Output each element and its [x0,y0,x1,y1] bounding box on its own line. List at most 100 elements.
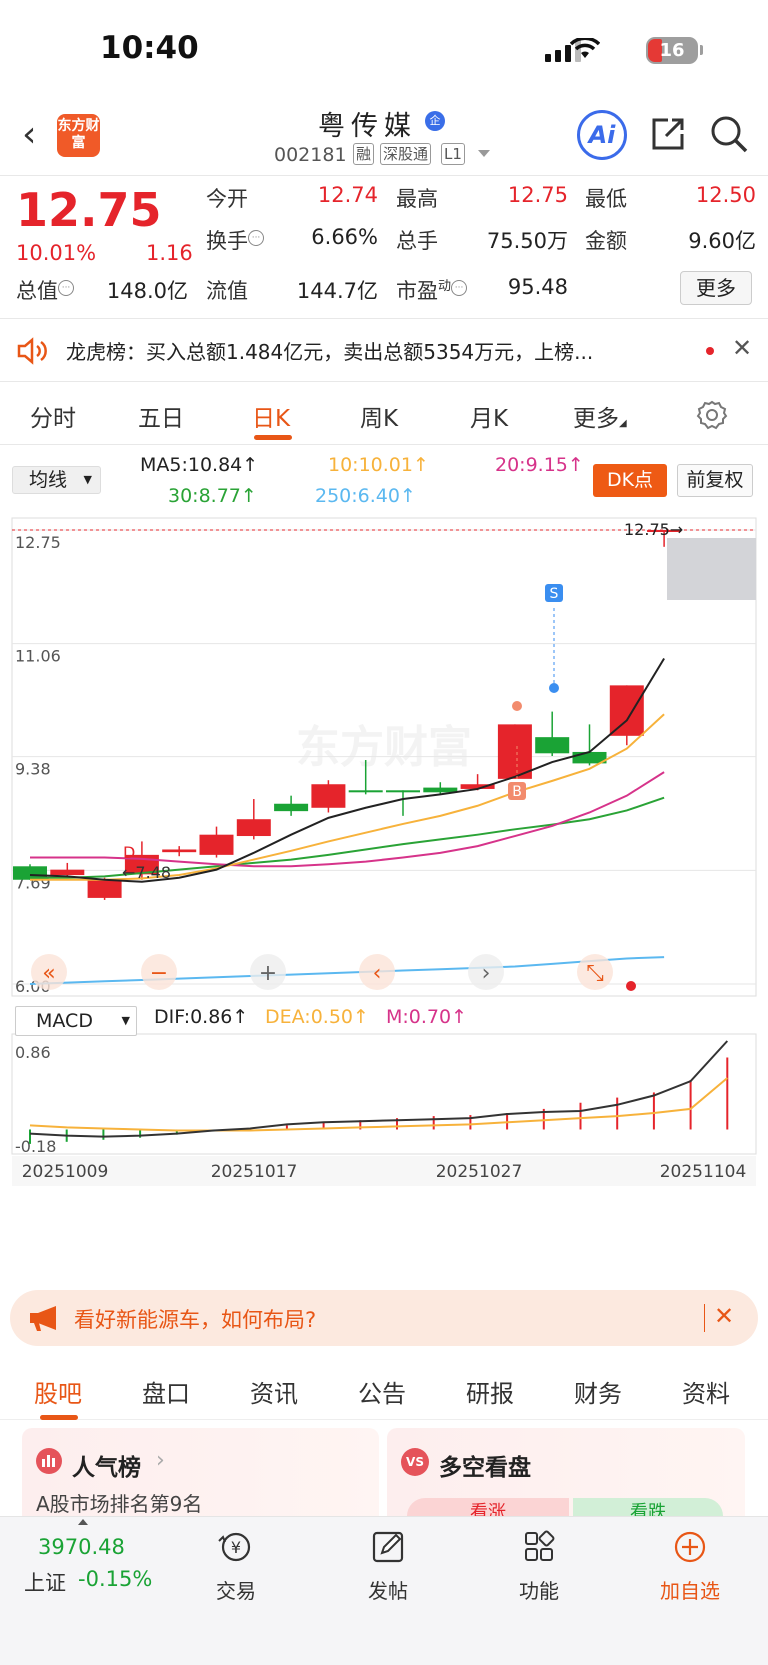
candle-body [386,790,420,793]
chart-control[interactable]: « [42,961,55,986]
post-button[interactable]: 发帖 [328,1517,448,1604]
bullbear-title: 多空看盘 [439,1455,531,1481]
bear-button[interactable]: 看跌 [573,1498,723,1517]
dk-point-button[interactable]: DK点 [593,464,667,497]
vs-icon: VS [401,1448,429,1476]
bull-button[interactable]: 看涨 [407,1498,569,1517]
battery-level: 16 [659,40,685,61]
function-button[interactable]: 功能 [479,1517,599,1604]
indicator-select[interactable]: 均线 ▼ [12,466,101,494]
add-circle-icon [674,1531,706,1563]
mktcap-label: 总值 ··· [16,275,74,305]
tab-orderbook[interactable]: 盘口 [142,1374,190,1409]
tab-research[interactable]: 研报 [466,1374,514,1409]
tab-forum[interactable]: 股吧 [34,1374,82,1409]
candle-body [236,819,271,837]
turnover-label: 换手 ··· [206,225,264,255]
chart-control[interactable]: + [259,961,277,986]
add-watchlist-label: 加自选 [660,1579,720,1603]
chart-control[interactable]: ‹ [373,961,382,986]
kline-chart[interactable]: 东方财富 12.75 11.06 9.38 7.69 6.00 ←7.48 D 12.75→ S B… [0,516,768,1186]
divider [704,1304,705,1332]
ai-button[interactable]: Ai [577,110,627,160]
tab-more[interactable]: 更多◢ [573,399,627,433]
content-tabs: 股吧 盘口 资讯 公告 研报 财务 资料 [0,1360,768,1420]
info-icon[interactable]: ··· [248,230,264,246]
index-value[interactable]: 3970.48 [38,1535,125,1559]
float-cap-label: 流值 [206,279,248,303]
period-tabs: 分时 五日 日K 周K 月K 更多◢ [0,383,768,445]
ma250-value: 250:6.40↑ [315,485,416,507]
tab-five-day[interactable]: 五日 [138,399,184,433]
volume-label: 总手 [396,229,438,253]
ma-legend: 均线 ▼ MA5:10.84↑ 10:10.01↑ 20:9.15↑ 30:8.7… [0,446,768,516]
gear-icon[interactable] [696,399,728,431]
s-marker-dot [549,683,559,693]
candle-body [162,849,197,853]
close-icon[interactable]: ✕ [732,334,752,362]
x-tick-label: 20251017 [211,1162,298,1182]
search-icon[interactable] [709,114,749,154]
candle-body [87,879,122,898]
info-icon[interactable]: ··· [58,280,74,296]
more-button[interactable]: 更多 [680,271,752,305]
dragon-tiger-banner[interactable]: 龙虎榜：买入总额1.484亿元，卖出总额5354万元，上榜... ✕ [0,320,768,382]
adjust-button[interactable]: 前复权 [677,464,753,497]
ma5-value: MA5:10.84↑ [140,454,259,476]
popularity-rank: A股市场排名第9名 [36,1492,203,1516]
bullbear-card[interactable]: VS 多空看盘 看涨 看跌 [387,1428,745,1517]
wifi-icon [570,38,600,58]
b-marker-dot [512,701,522,711]
stock-header: ‹ 东方财富 粤传媒 企 002181 融 深股通 L1 Ai [0,100,768,176]
kline-svg[interactable]: 东方财富12.7511.069.387.696.00←7.48D12.75→SB… [0,516,768,1196]
chart-control[interactable]: − [150,961,168,986]
dropdown-icon[interactable] [478,150,490,157]
trade-button[interactable]: ¥ 交易 [176,1517,296,1604]
tab-news[interactable]: 资讯 [250,1374,298,1409]
megaphone-icon [30,1306,56,1331]
macd-select[interactable]: MACD ▼ [15,1006,137,1036]
expand-icon[interactable] [78,1519,88,1525]
ma10-value: 10:10.01↑ [328,454,429,476]
last-price: 12.75 [16,183,162,237]
unread-dot [706,347,714,355]
low-label: 最低 [585,187,627,211]
tab-profile[interactable]: 资料 [682,1374,730,1409]
close-icon[interactable]: ✕ [714,1302,734,1330]
tag-connect: 深股通 [380,143,432,165]
tab-finance[interactable]: 财务 [574,1374,622,1409]
edit-icon [372,1531,404,1563]
tab-monthly-k[interactable]: 月K [470,399,508,433]
stock-name: 粤传媒 [318,111,417,142]
tab-weekly-k[interactable]: 周K [360,399,398,433]
add-watchlist-button[interactable]: 加自选 [630,1517,750,1604]
dea-value: DEA:0.50↑ [265,1006,369,1028]
rank-icon [36,1448,62,1474]
high-value: 12.75 [507,183,568,207]
s-marker: S [550,586,559,602]
chart-control[interactable]: › [482,961,491,986]
change-percent: 10.01% [16,241,97,265]
tab-announcements[interactable]: 公告 [358,1374,406,1409]
tag-margin: 融 [353,143,375,165]
share-icon[interactable] [648,114,688,154]
back-icon[interactable]: ‹ [22,114,36,155]
high-label: 最高 [396,187,438,211]
popularity-card[interactable]: 人气榜 › A股市场排名第9名 [22,1428,379,1517]
clock: 10:40 [100,30,199,66]
tab-intraday[interactable]: 分时 [30,399,76,433]
candle-body [535,737,570,754]
tag-level: L1 [441,143,465,165]
price-zone-box [667,538,756,600]
macd-y-tick: 0.86 [15,1043,51,1062]
chart-control[interactable]: ⤡ [586,961,604,986]
info-icon[interactable]: ··· [451,280,468,296]
candle-body [311,784,346,808]
hint-banner[interactable]: 看好新能源车，如何布局? ✕ [10,1290,758,1346]
tab-daily-k[interactable]: 日K [252,399,290,433]
candle-body [50,869,85,876]
high-price-label: 12.75→ [624,520,683,539]
active-tab-indicator [40,1415,78,1420]
hint-text: 看好新能源车，如何布局? [74,1308,317,1332]
bottom-toolbar: 3970.48 上证 -0.15% ¥ 交易 发帖 功能 加自选 [0,1516,768,1665]
